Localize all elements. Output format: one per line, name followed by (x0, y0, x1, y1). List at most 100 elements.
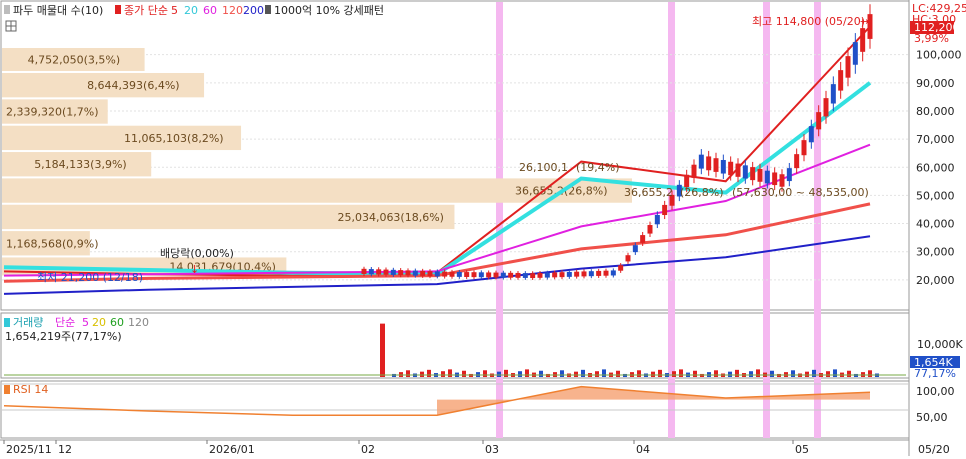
candle-body (698, 154, 704, 169)
dividend-annotation: 배당락(0,00%) (160, 247, 234, 260)
candle-body (852, 42, 858, 65)
candle-body (860, 28, 866, 52)
volume-bar (805, 371, 809, 377)
profile-label: 25,034,063(18,6%) (337, 211, 444, 224)
candle-body (522, 273, 528, 278)
candle-body (691, 164, 697, 178)
stock-chart[interactable]: 4,752,050(3,5%) 8,644,393(6,4%) 2,339,320(… (0, 0, 966, 456)
candle-body (405, 270, 411, 276)
volume-bar (868, 370, 872, 377)
candle-body (544, 272, 550, 278)
current-range-pct: (26,8%) (680, 186, 724, 199)
date-tick: 03 (485, 443, 499, 456)
candle-body (662, 204, 668, 216)
candle-body (632, 245, 638, 253)
candle-body (588, 271, 594, 277)
volume-bar (658, 369, 662, 377)
volume-bar (826, 371, 830, 377)
volume-bar (616, 370, 620, 377)
profile-label: 11,065,103(8,2%) (124, 132, 224, 145)
volume-bar (770, 370, 774, 377)
dividend-arrow-icon: ↓ (190, 263, 199, 276)
candle-body (376, 269, 382, 275)
profile-label: 8,644,393(6,4%) (87, 79, 180, 92)
cursor-date: 05/20 (918, 443, 950, 456)
candle-body (830, 84, 836, 104)
candle-body (654, 214, 660, 225)
ma-legend-label: 종가 단순 (124, 4, 168, 17)
rsi-tick-100: 100,00 (916, 385, 955, 398)
volume-bar (847, 370, 851, 377)
candle-body (720, 159, 726, 174)
date-tick: 04 (636, 443, 650, 456)
volume-bar (679, 369, 683, 377)
price-band-label: (57,630,00 ~ 48,535,00) (732, 186, 869, 199)
ma-period-20: 20 (184, 4, 198, 17)
candle-body (361, 268, 367, 274)
volume-bar (462, 370, 466, 377)
ma-period-120: 120 (222, 4, 243, 17)
price-tick: 40,000 (916, 218, 955, 231)
volume-bar (756, 369, 760, 377)
profile-label: 1,168,568(0,9%) (6, 237, 99, 250)
price-tick: 80,000 (916, 105, 955, 118)
candle-body (750, 167, 756, 181)
candle-body (845, 56, 851, 78)
candle-body (838, 70, 844, 91)
date-tick: 12 (58, 443, 72, 456)
candle-body (794, 154, 800, 169)
volume-bar (791, 370, 795, 377)
price-legend-title: 파두 매물대 수(10) (13, 4, 103, 17)
volume-bar (574, 371, 578, 377)
volume-bar (637, 370, 641, 377)
volume-pct-tag: 77,17% (914, 367, 956, 380)
profile-label: 4,752,050(3,5%) (28, 54, 121, 67)
candle-body (779, 174, 785, 187)
candle-body (383, 269, 389, 275)
volume-bar (714, 370, 718, 377)
candle-body (427, 271, 433, 277)
volume-bar (525, 369, 529, 377)
candle-body (728, 161, 734, 176)
candle-body (757, 168, 763, 182)
volume-bar (427, 369, 431, 377)
candle-body (735, 163, 741, 177)
candle-body (581, 271, 587, 277)
volume-bar (812, 369, 816, 377)
candle-body (772, 172, 778, 186)
volume-bar (595, 371, 599, 377)
ma-period-5: 5 (171, 4, 178, 17)
candle-body (823, 98, 829, 117)
candle-body (434, 271, 440, 277)
volume-legend-title: 거래량 (13, 316, 43, 329)
candle-body (471, 272, 477, 278)
candle-body (566, 271, 572, 277)
candle-body (493, 272, 499, 278)
volume-legend-square (4, 318, 10, 327)
volume-bar (539, 370, 543, 377)
candle-body (552, 272, 558, 278)
price-tick: 30,000 (916, 246, 955, 259)
price-tick: 90,000 (916, 77, 955, 90)
candle-body (706, 156, 712, 171)
price-tick: 70,000 (916, 133, 955, 146)
low-annotation: 최저 21,200 (12/18) (37, 271, 143, 284)
date-tick: 2026/01 (209, 443, 255, 456)
candle-body (530, 273, 536, 279)
high-annotation: 최고 114,800 (05/20) (752, 15, 865, 28)
candle-body (713, 158, 719, 172)
candle-body (816, 112, 822, 130)
volume-summary: 1,654,219주(77,17%) (5, 330, 122, 343)
current-range-value: 36,655,2 (624, 186, 673, 199)
chart-canvas[interactable]: 4,752,050(3,5%) 8,644,393(6,4%) 2,339,320(… (0, 0, 966, 456)
volume-bar (448, 369, 452, 377)
candle-body (449, 271, 455, 277)
volume-ma-60: 60 (110, 316, 124, 329)
volume-bar (560, 370, 564, 377)
volume-bar (497, 371, 501, 377)
candle-body (742, 165, 748, 179)
volume-ma-5: 5 (82, 316, 89, 329)
volume-bar (504, 369, 508, 377)
volume-bar (406, 370, 410, 377)
candle-body (574, 271, 580, 277)
